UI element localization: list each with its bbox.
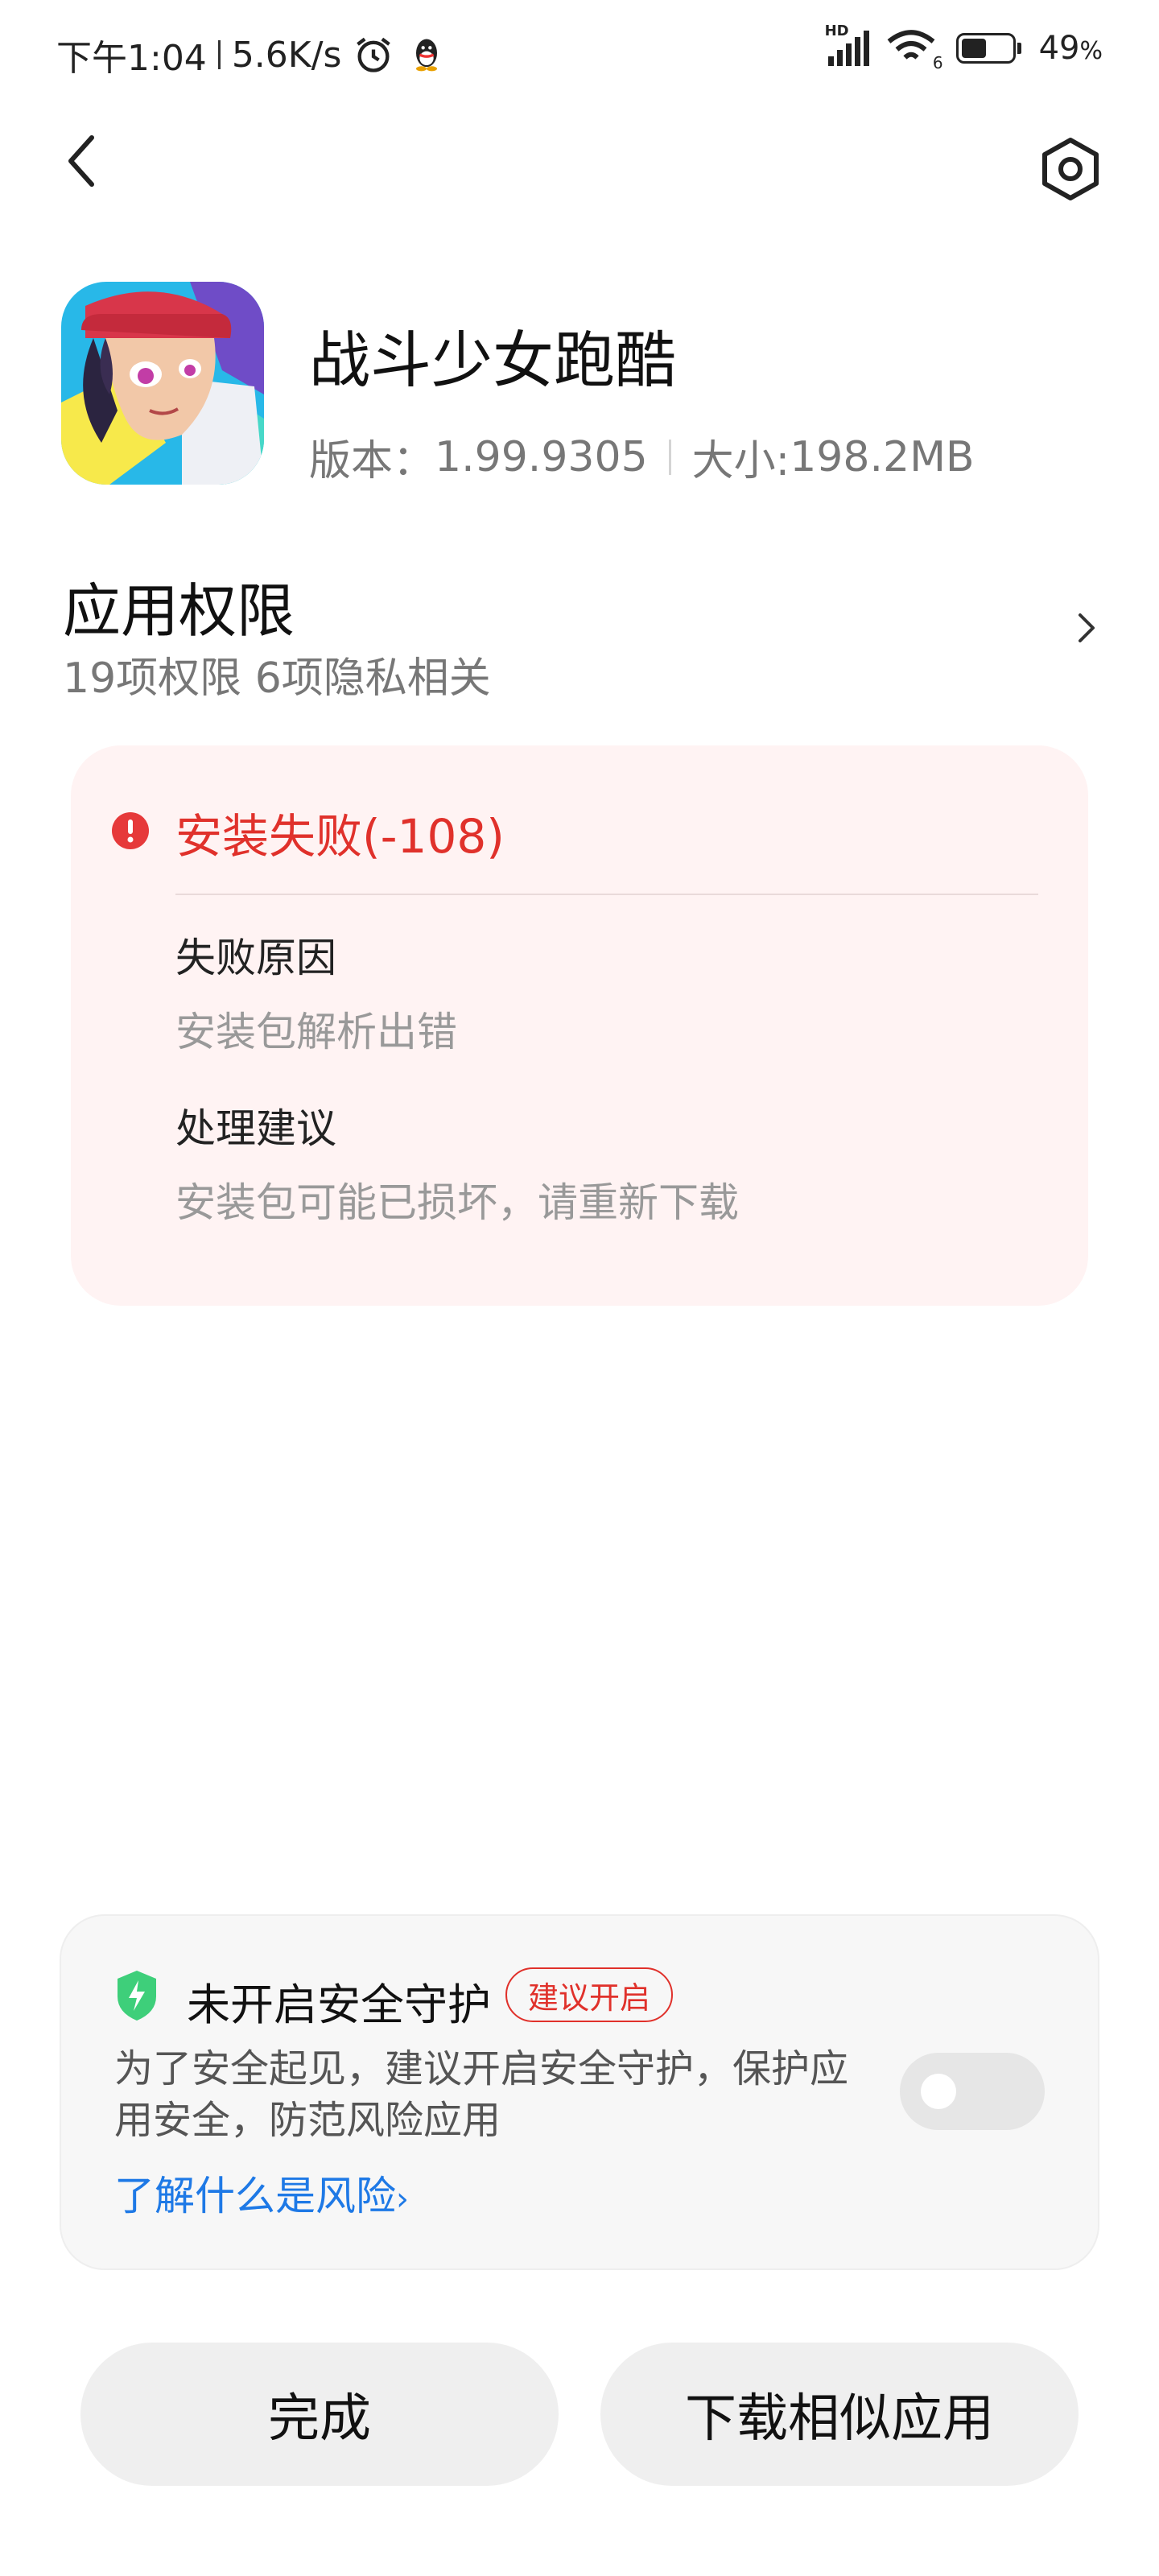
settings-hexagon-icon [1042,138,1099,200]
link-chevron-icon: › [396,2181,409,2218]
chevron-left-icon [68,135,94,187]
error-divider [175,894,1038,895]
alarm-icon [357,37,391,72]
toggle-knob [921,2074,956,2109]
error-alert-icon [112,812,149,849]
qq-penguin-icon [416,39,438,72]
permissions-title: 应用权限 [63,577,295,645]
back-button[interactable] [48,129,113,193]
chevron-right-icon[interactable] [1062,596,1111,660]
status-right: HD 6 49% [825,23,1103,72]
shield-bolt-icon [118,1971,156,2021]
learn-risk-link-text: 了解什么是风险 [114,2173,396,2219]
advice-text: 安装包可能已损坏，请重新下载 [175,1179,739,1226]
permissions-subtitle: 19项权限 6项隐私相关 [63,654,491,703]
meta-divider [668,439,671,475]
download-similar-button[interactable]: 下载相似应用 [600,2343,1079,2486]
size-value: 198.2MB [790,432,975,481]
learn-risk-link[interactable]: 了解什么是风险› [114,2164,409,2222]
wifi-label: 6 [932,53,943,72]
status-speed: 5.6K/s [231,34,342,76]
hd-label: HD [824,23,849,39]
status-divider [217,40,221,69]
status-bar: 下午1:04 5.6K/s HD 6 49% [0,0,1159,105]
version-label: 版本： [309,437,435,485]
failure-reason-heading: 失败原因 [175,935,336,981]
recommend-enable-badge[interactable]: 建议开启 [505,1967,674,2022]
battery-icon [955,33,1021,64]
wifi-icon: 6 [887,29,943,72]
security-title: 未开启安全守护 [187,1979,491,2030]
error-title: 安装失败(-108) [175,809,505,864]
signal-icon: HD [825,23,869,66]
security-toggle[interactable] [900,2053,1045,2130]
size-label: 大小: [691,437,790,485]
done-button[interactable]: 完成 [80,2343,559,2486]
advice-heading: 处理建议 [175,1105,336,1152]
version-value: 1.99.9305 [435,432,648,481]
settings-button[interactable] [1030,129,1111,209]
battery-unit: % [1079,37,1103,65]
security-description: 为了安全起见，建议开启安全守护，保护应用安全，防范风险应用 [114,2046,849,2143]
app-icon [61,282,264,485]
status-left: 下午1:04 5.6K/s [56,29,448,80]
battery-level: 49% [1039,30,1103,67]
app-meta: 版本： 1.99.9305 大小: 198.2MB [309,427,975,487]
battery-value: 49 [1038,30,1080,67]
status-time: 下午1:04 [56,38,207,79]
app-name: 战斗少女跑酷 [309,324,676,396]
failure-reason-text: 安装包解析出错 [175,1009,457,1055]
